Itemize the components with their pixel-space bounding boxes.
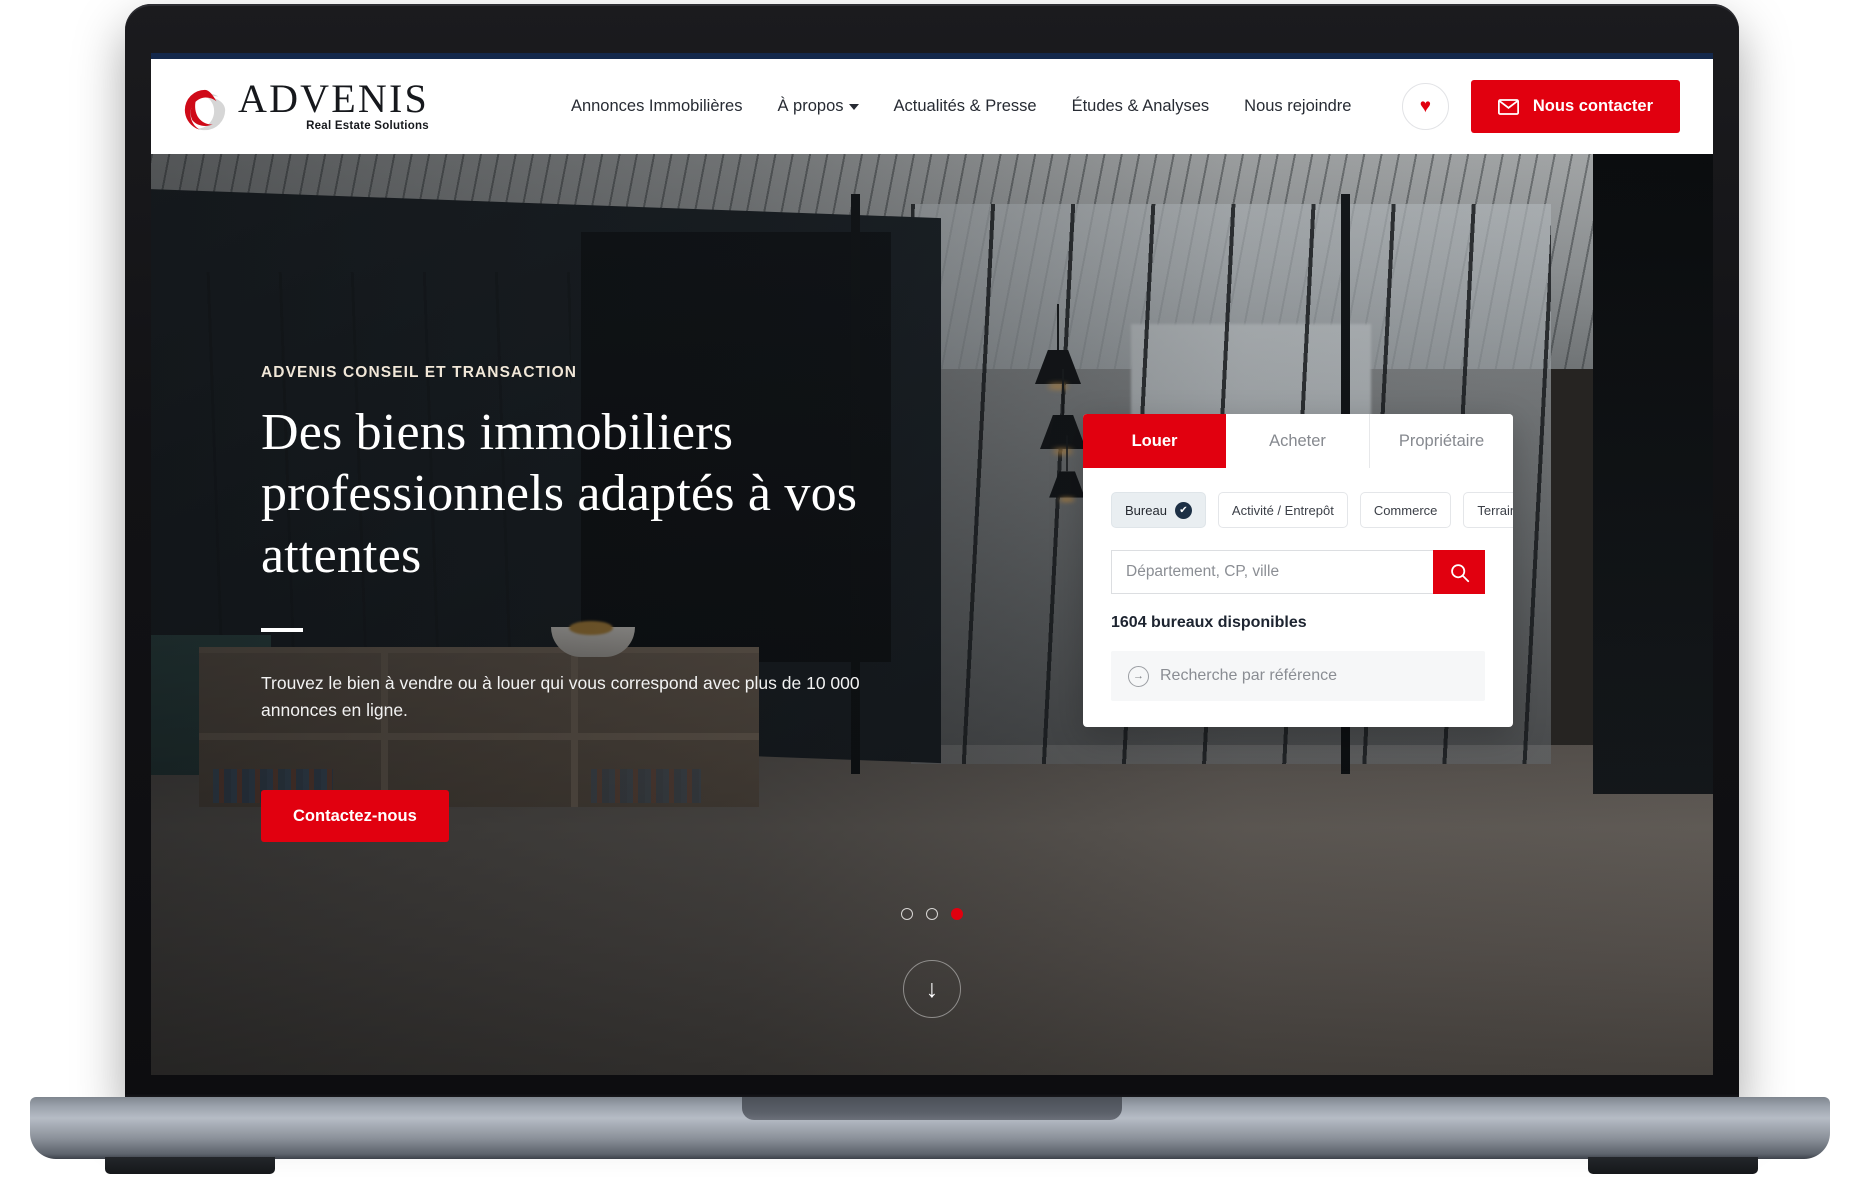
heart-icon: ♥	[1419, 96, 1432, 117]
location-search-input[interactable]	[1111, 550, 1433, 594]
reference-search-button[interactable]: → Recherche par référence	[1111, 651, 1485, 701]
nav-item-label: Actualités & Presse	[893, 97, 1037, 115]
tab-proprietaire[interactable]: Propriétaire	[1369, 414, 1513, 468]
search-row	[1111, 550, 1485, 594]
scroll-down-button[interactable]: ↓	[903, 960, 961, 1018]
laptop-foot-right	[1588, 1157, 1758, 1174]
envelope-icon	[1497, 98, 1519, 115]
chip-bureau[interactable]: Bureau ✔	[1111, 492, 1206, 528]
laptop-mockup: ADVENIS Real Estate Solutions Annonces I…	[0, 0, 1863, 1177]
property-search-widget: Louer Acheter Propriétaire Bureau ✔ Acti…	[1083, 414, 1513, 727]
nav-item-label: Annonces Immobilières	[570, 97, 743, 115]
nav-item-annonces[interactable]: Annonces Immobilières	[571, 97, 743, 116]
brand-tagline: Real Estate Solutions	[306, 120, 429, 133]
tab-louer[interactable]: Louer	[1083, 414, 1226, 468]
webpage-viewport: ADVENIS Real Estate Solutions Annonces I…	[151, 53, 1713, 1075]
search-tabs: Louer Acheter Propriétaire	[1083, 414, 1513, 468]
hero-eyebrow: ADVENIS CONSEIL ET TRANSACTION	[261, 364, 578, 381]
laptop-foot-left	[105, 1157, 275, 1174]
carousel-dot-1[interactable]	[901, 908, 913, 920]
results-count: 1604 bureaux disponibles	[1111, 614, 1307, 631]
hero-divider-rule	[261, 628, 303, 633]
laptop-base-notch	[741, 1097, 1122, 1120]
hero-cta-button[interactable]: Contactez-nous	[261, 790, 449, 843]
nav-item-label: Études & Analyses	[1071, 97, 1210, 115]
nav-item-actualites[interactable]: Actualités & Presse	[894, 97, 1037, 116]
contact-button[interactable]: Nous contacter	[1470, 80, 1680, 133]
check-icon: ✔	[1174, 501, 1192, 519]
search-body: Bureau ✔ Activité / Entrepôt Commerce Te…	[1083, 468, 1513, 727]
main-navigation: Annonces Immobilières À propos Actualité…	[571, 97, 1352, 116]
chevron-down-icon	[848, 103, 859, 110]
carousel-dot-2[interactable]	[926, 908, 938, 920]
nav-item-a-propos[interactable]: À propos	[777, 97, 859, 116]
chip-label: Bureau	[1125, 502, 1167, 518]
arrow-right-circle-icon: →	[1128, 665, 1149, 687]
site-header: ADVENIS Real Estate Solutions Annonces I…	[151, 59, 1713, 154]
carousel-dots	[901, 908, 963, 920]
category-chips: Bureau ✔ Activité / Entrepôt Commerce Te…	[1111, 492, 1513, 528]
nav-item-label: Nous rejoindre	[1244, 97, 1352, 115]
hero-title: Des biens immobiliers professionnels ada…	[261, 404, 858, 584]
brand-logo[interactable]: ADVENIS Real Estate Solutions	[181, 75, 429, 134]
nav-item-nous-rejoindre[interactable]: Nous rejoindre	[1244, 97, 1351, 116]
chip-commerce[interactable]: Commerce	[1359, 492, 1452, 528]
arrow-down-icon: ↓	[925, 974, 939, 1003]
tab-acheter[interactable]: Acheter	[1226, 414, 1369, 468]
nav-item-etudes[interactable]: Études & Analyses	[1072, 97, 1210, 116]
favorites-button[interactable]: ♥	[1401, 83, 1449, 130]
search-submit-button[interactable]	[1433, 550, 1485, 594]
advenis-swirl-icon	[184, 89, 226, 131]
reference-search-label: Recherche par référence	[1160, 667, 1337, 684]
contact-button-label: Nous contacter	[1532, 97, 1653, 115]
brand-wordmark: ADVENIS	[238, 75, 429, 121]
hero-copy: ADVENIS CONSEIL ET TRANSACTION Des biens…	[261, 364, 921, 843]
hero-subtitle: Trouvez le bien à vendre ou à louer qui …	[261, 673, 860, 721]
chip-activite-entrepot[interactable]: Activité / Entrepôt	[1217, 492, 1348, 528]
laptop-screen: ADVENIS Real Estate Solutions Annonces I…	[151, 53, 1713, 1075]
chip-terrain[interactable]: Terrain	[1463, 492, 1513, 528]
nav-item-label: À propos	[777, 97, 844, 115]
carousel-dot-3[interactable]	[951, 908, 963, 920]
header-actions: ♥ Nous contacter	[1401, 80, 1680, 133]
search-icon	[1450, 563, 1469, 582]
hero-section: ADVENIS CONSEIL ET TRANSACTION Des biens…	[151, 154, 1713, 1075]
